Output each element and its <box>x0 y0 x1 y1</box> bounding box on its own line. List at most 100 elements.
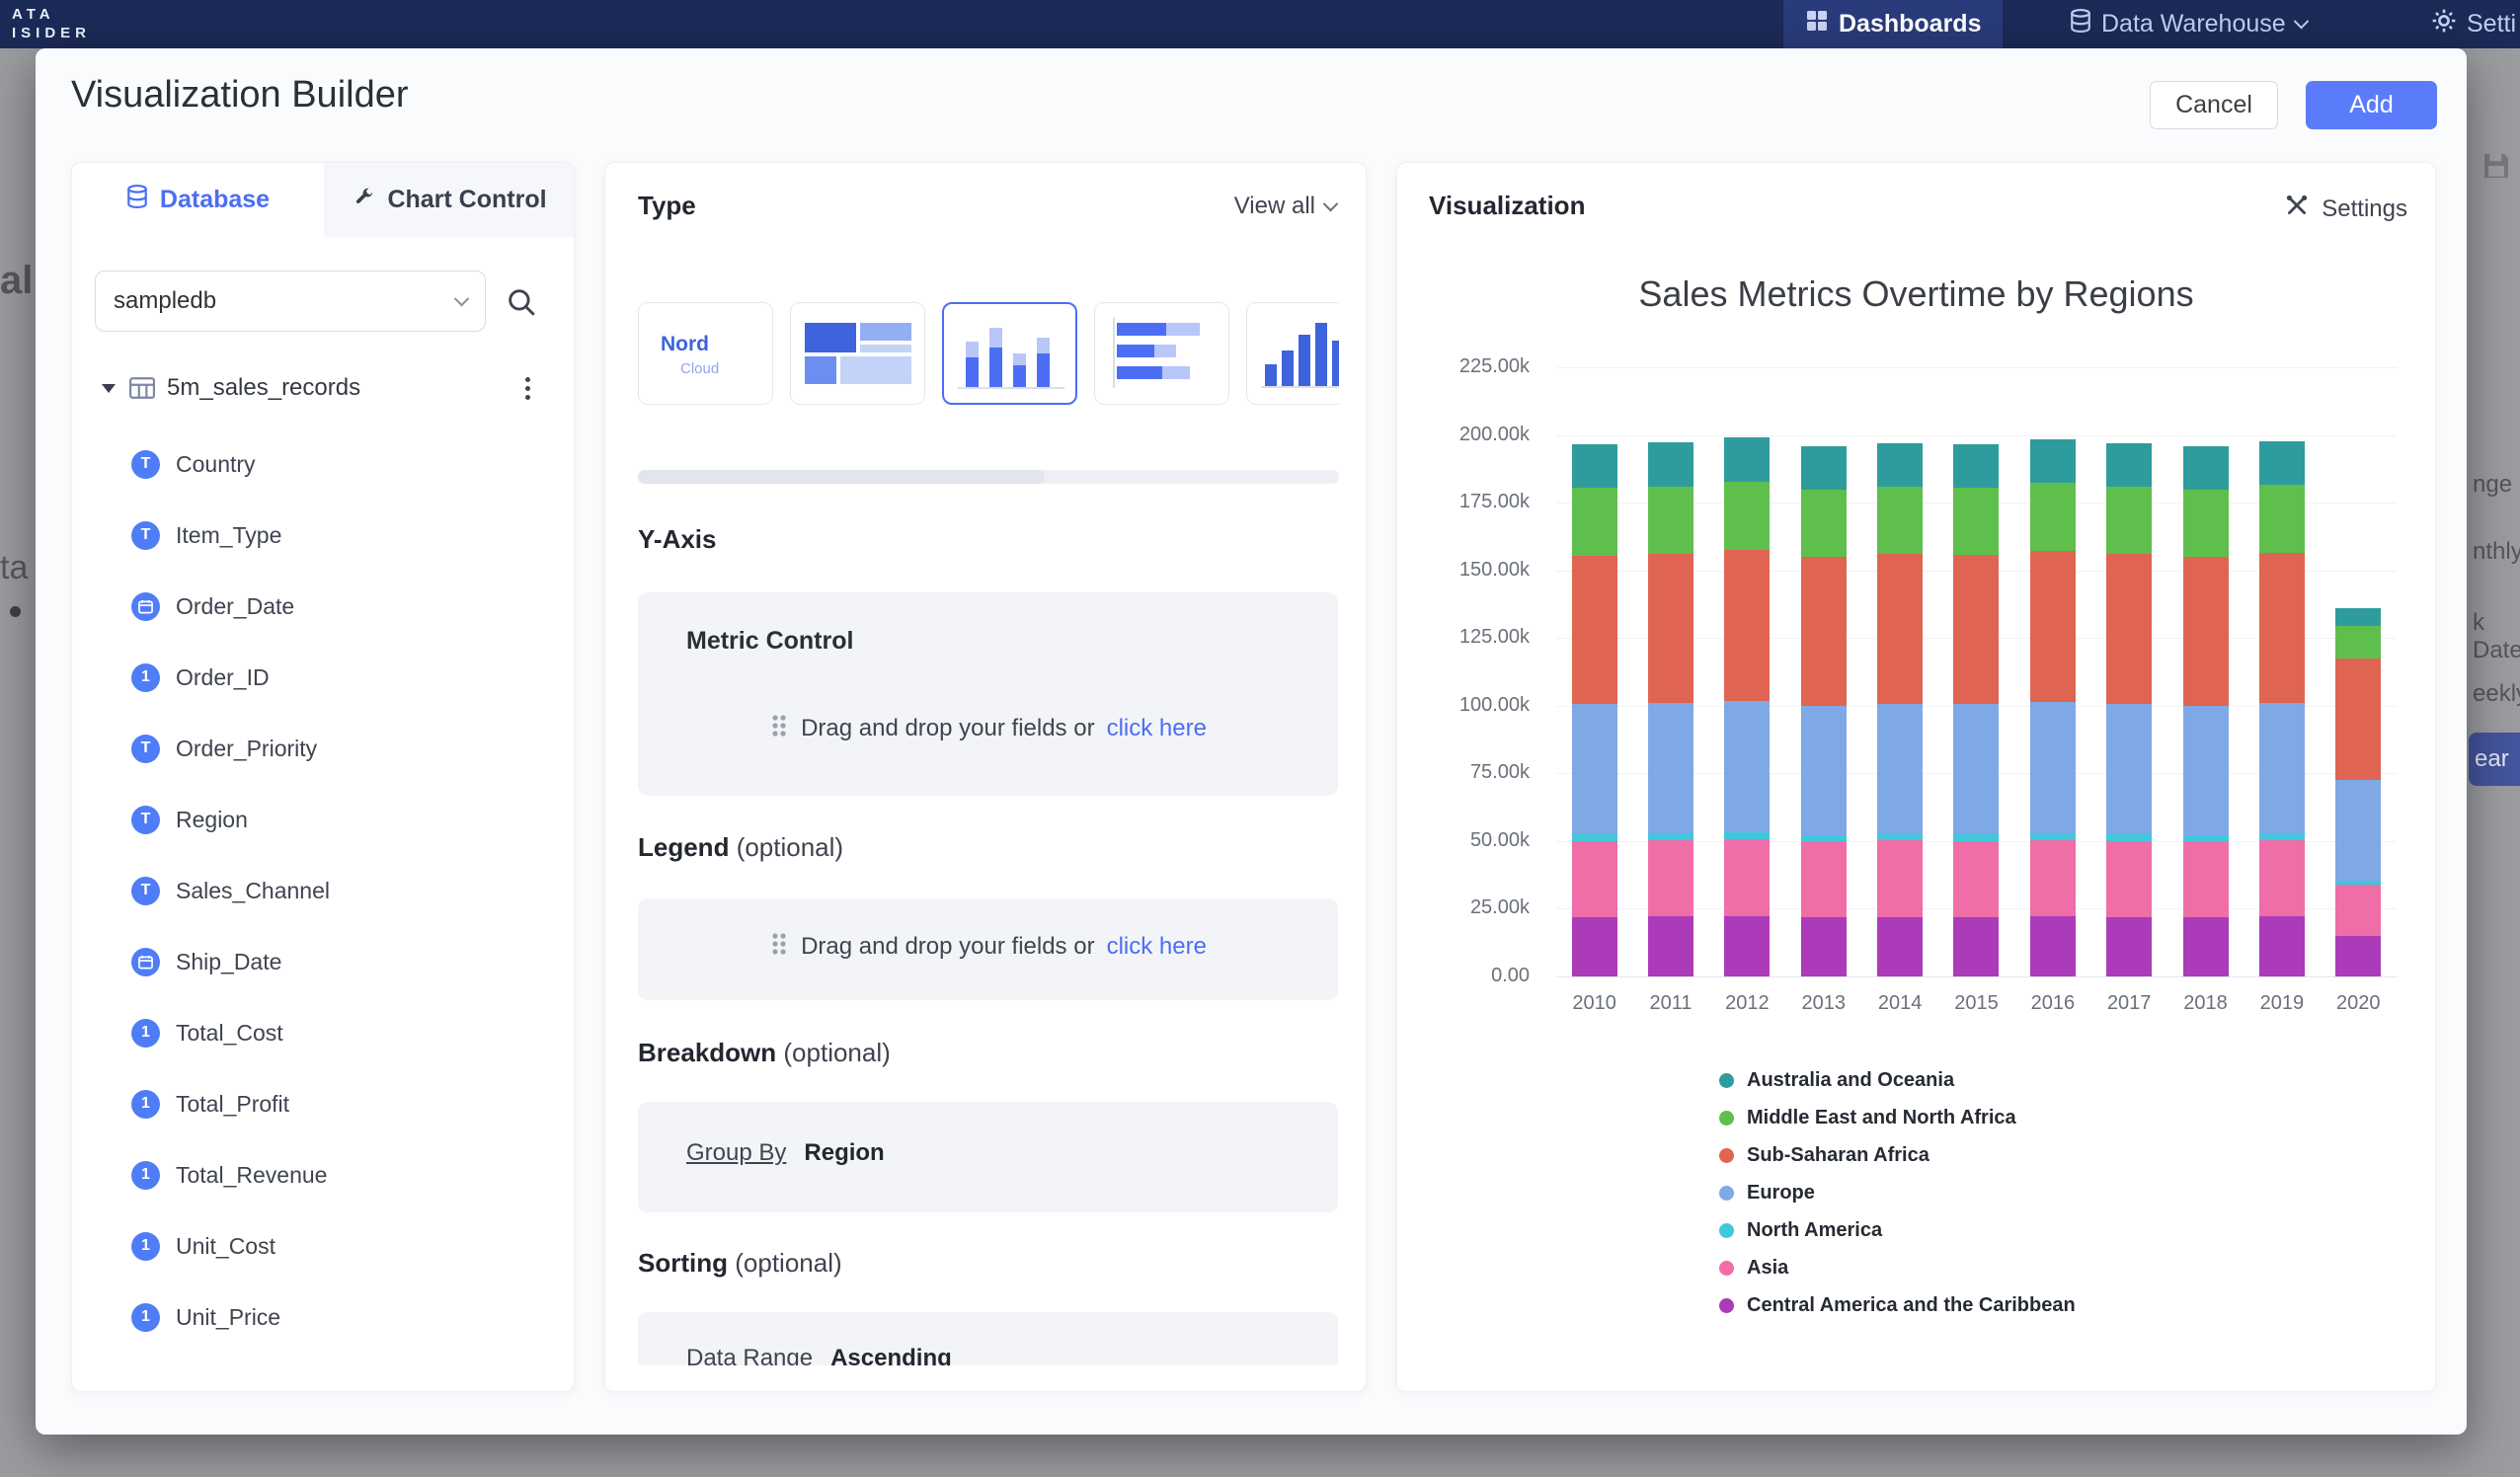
metric-control-dropzone[interactable]: Metric Control Drag and drop your fields… <box>638 592 1338 796</box>
nav-settings[interactable]: Setti <box>2409 0 2516 48</box>
bar-2013[interactable] <box>1801 446 1847 976</box>
bar-segment <box>1572 917 1617 976</box>
tab-database[interactable]: Database <box>72 163 324 237</box>
chevron-down-icon <box>2293 14 2309 30</box>
logo-line-2: ISIDER <box>12 24 91 42</box>
chart-type-stacked-column[interactable] <box>942 302 1077 405</box>
kebab-menu-icon[interactable] <box>525 377 530 400</box>
y-axis-labels: 225.00k200.00k175.00k150.00k125.00k100.0… <box>1397 163 1543 1391</box>
legend-label: Asia <box>1747 1257 1788 1280</box>
bar-segment <box>1953 841 1999 917</box>
legend-dot <box>1719 1298 1734 1313</box>
search-icon[interactable] <box>505 285 538 324</box>
bar-segment <box>2259 916 2305 976</box>
legend-label: Middle East and North Africa <box>1747 1107 2016 1129</box>
field-item-order_date[interactable]: Order_Date <box>72 571 574 642</box>
drag-hint-text: Drag and drop your fields or <box>801 933 1095 961</box>
datasource-select[interactable]: sampledb <box>95 271 486 332</box>
save-icon <box>2481 150 2512 187</box>
field-label: Ship_Date <box>176 949 281 975</box>
chart-type-treemap[interactable] <box>790 302 925 405</box>
bar-2010[interactable] <box>1572 444 1617 976</box>
bar-2012[interactable] <box>1724 437 1770 976</box>
bar-segment <box>1724 832 1770 839</box>
bar-segment <box>1648 442 1693 486</box>
field-item-country[interactable]: TCountry <box>72 428 574 500</box>
bar-2019[interactable] <box>2259 441 2305 976</box>
legend-item[interactable]: Asia <box>1719 1249 2076 1286</box>
nav-settings-label: Setti <box>2467 10 2516 39</box>
bar-2011[interactable] <box>1648 442 1693 976</box>
background-text-fragment: ta <box>0 549 28 587</box>
field-item-ship_date[interactable]: Ship_Date <box>72 926 574 997</box>
bar-segment <box>1572 488 1617 556</box>
field-label: Order_ID <box>176 664 270 691</box>
bar-2016[interactable] <box>2030 439 2076 976</box>
field-item-total_revenue[interactable]: 1Total_Revenue <box>72 1139 574 1210</box>
cancel-button[interactable]: Cancel <box>2150 81 2278 129</box>
legend-item[interactable]: Central America and the Caribbean <box>1719 1286 2076 1324</box>
bar-segment <box>1953 444 1999 488</box>
legend-item[interactable]: Middle East and North Africa <box>1719 1099 2076 1136</box>
group-by-dropdown[interactable]: Group By <box>686 1139 786 1167</box>
view-all-button[interactable]: View all <box>1234 193 1336 220</box>
metric-control-label: Metric Control <box>686 627 853 656</box>
background-text-fragment: al <box>0 259 33 303</box>
click-here-link[interactable]: click here <box>1107 933 1207 961</box>
background-text-fragment: k Date <box>2473 609 2520 664</box>
bar-segment <box>2030 833 2076 840</box>
gridline <box>1556 976 2397 977</box>
chart-config-panel: Type View all NordCloud Y-Axis Metric Co… <box>604 162 1367 1392</box>
table-tree-item[interactable]: 5m_sales_records <box>72 366 574 410</box>
nav-dashboards[interactable]: Dashboards <box>1783 0 2003 48</box>
field-item-total_cost[interactable]: 1Total_Cost <box>72 997 574 1068</box>
visualization-panel: Visualization Settings Sales Metrics Ove… <box>1396 162 2436 1392</box>
field-item-total_profit[interactable]: 1Total_Profit <box>72 1068 574 1139</box>
nav-data-warehouse[interactable]: Data Warehouse <box>2048 0 2328 48</box>
table-icon <box>129 377 155 399</box>
database-icon <box>126 185 148 215</box>
background-year-chip: ear <box>2469 733 2520 786</box>
legend-dropzone[interactable]: Drag and drop your fields or click here <box>638 898 1338 1000</box>
bar-2015[interactable] <box>1953 444 1999 976</box>
bar-segment <box>1724 916 1770 976</box>
legend-item[interactable]: Australia and Oceania <box>1719 1061 2076 1099</box>
sort-value: Ascending <box>830 1345 952 1365</box>
bar-segment <box>1648 916 1693 976</box>
dashboards-icon <box>1805 9 1829 39</box>
bar-2014[interactable] <box>1877 443 1923 976</box>
chart-type-word-cloud[interactable]: NordCloud <box>638 302 773 405</box>
legend-item[interactable]: Sub-Saharan Africa <box>1719 1136 2076 1174</box>
sort-field-dropdown[interactable]: Data Range <box>686 1345 813 1365</box>
field-item-order_id[interactable]: 1Order_ID <box>72 642 574 713</box>
datasource-value: sampledb <box>114 287 216 315</box>
field-item-unit_price[interactable]: 1Unit_Price <box>72 1282 574 1353</box>
nav-dashboards-label: Dashboards <box>1839 10 1981 39</box>
chart-type-stacked-bar[interactable] <box>1094 302 1229 405</box>
legend-item[interactable]: Europe <box>1719 1174 2076 1211</box>
legend-header: Legend (optional) <box>638 832 843 863</box>
background-text-fragment: eekly <box>2473 680 2520 708</box>
field-item-item_type[interactable]: TItem_Type <box>72 500 574 571</box>
bar-segment <box>2335 626 2381 659</box>
field-item-unit_cost[interactable]: 1Unit_Cost <box>72 1210 574 1282</box>
y-axis-tick-label: 125.00k <box>1459 626 1530 649</box>
sorting-dropzone[interactable]: Data Range Ascending <box>638 1312 1338 1365</box>
horizontal-scrollbar[interactable] <box>638 470 1339 484</box>
click-here-link[interactable]: click here <box>1107 715 1207 742</box>
field-item-order_priority[interactable]: TOrder_Priority <box>72 713 574 784</box>
caret-down-icon[interactable] <box>102 384 116 393</box>
modal-title: Visualization Builder <box>71 74 409 117</box>
field-item-sales_channel[interactable]: TSales_Channel <box>72 855 574 926</box>
field-item-region[interactable]: TRegion <box>72 784 574 855</box>
settings-button[interactable]: Settings <box>2284 193 2407 225</box>
bar-2018[interactable] <box>2183 446 2229 976</box>
legend-item[interactable]: North America <box>1719 1211 2076 1249</box>
add-button[interactable]: Add <box>2306 81 2437 129</box>
breakdown-dropzone[interactable]: Group By Region <box>638 1102 1338 1212</box>
bar-2020[interactable] <box>2335 608 2381 976</box>
bar-segment <box>1724 839 1770 916</box>
chart-type-histogram[interactable] <box>1246 302 1339 405</box>
tab-chart-control[interactable]: Chart Control <box>324 163 575 237</box>
bar-2017[interactable] <box>2106 443 2152 976</box>
